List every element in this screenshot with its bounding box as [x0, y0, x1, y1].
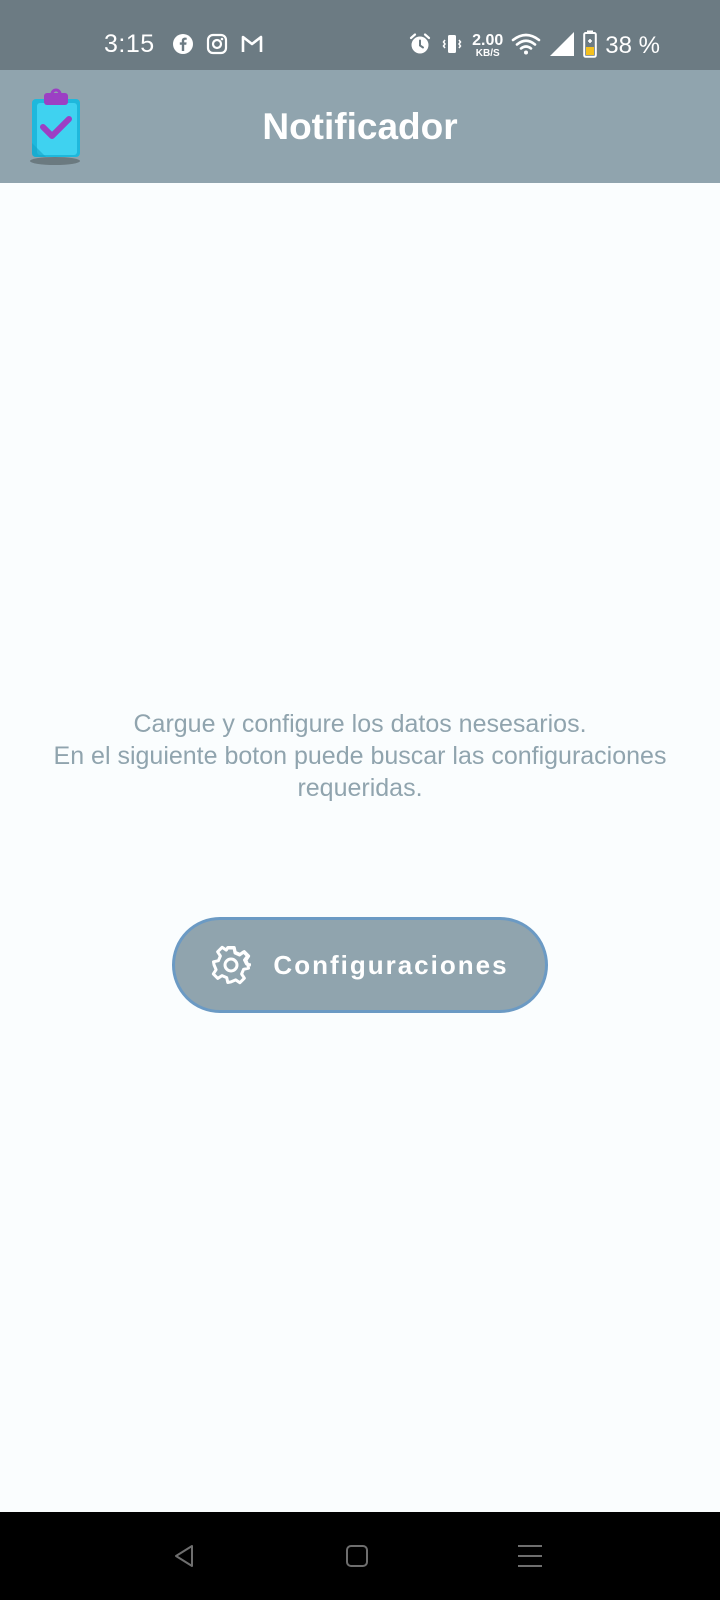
wifi-icon — [511, 32, 541, 61]
menu-icon[interactable] — [510, 1536, 550, 1576]
net-speed-value: 2.00 — [472, 32, 504, 49]
configuraciones-label: Configuraciones — [273, 949, 509, 980]
app-bar: Notificador — [0, 70, 720, 183]
home-icon[interactable] — [337, 1536, 377, 1576]
notification-icons — [172, 33, 264, 60]
status-time: 3:15 — [104, 30, 155, 58]
info-line: Cargue y configure los datos nesesarios. — [133, 710, 587, 738]
battery-icon — [583, 30, 598, 63]
network-speed: 2.00 KB/S — [472, 33, 503, 59]
net-speed-unit: KB/S — [475, 48, 500, 59]
main-content: Cargue y configure los datos nesesarios.… — [0, 183, 720, 1512]
vibrate-icon — [440, 32, 464, 61]
info-message: Cargue y configure los datos nesesarios.… — [0, 708, 720, 804]
status-bar: 3:15 2.00 KB/S 38 % — [0, 0, 720, 70]
navigation-bar — [0, 1512, 720, 1600]
configuraciones-button[interactable]: Configuraciones — [172, 917, 548, 1013]
facebook-icon — [172, 33, 194, 60]
app-title: Notificador — [262, 106, 458, 147]
info-line: En el siguiente boton puede buscar las c… — [53, 742, 667, 770]
gear-icon — [211, 945, 252, 985]
gmail-icon — [240, 33, 264, 60]
alarm-icon — [408, 32, 432, 61]
battery-percent: 38 % — [605, 32, 660, 59]
instagram-icon — [206, 33, 228, 60]
back-icon[interactable] — [165, 1536, 205, 1576]
system-status-icons: 2.00 KB/S 38 % — [408, 30, 660, 62]
info-line: requeridas. — [297, 774, 423, 802]
signal-icon — [549, 31, 575, 62]
